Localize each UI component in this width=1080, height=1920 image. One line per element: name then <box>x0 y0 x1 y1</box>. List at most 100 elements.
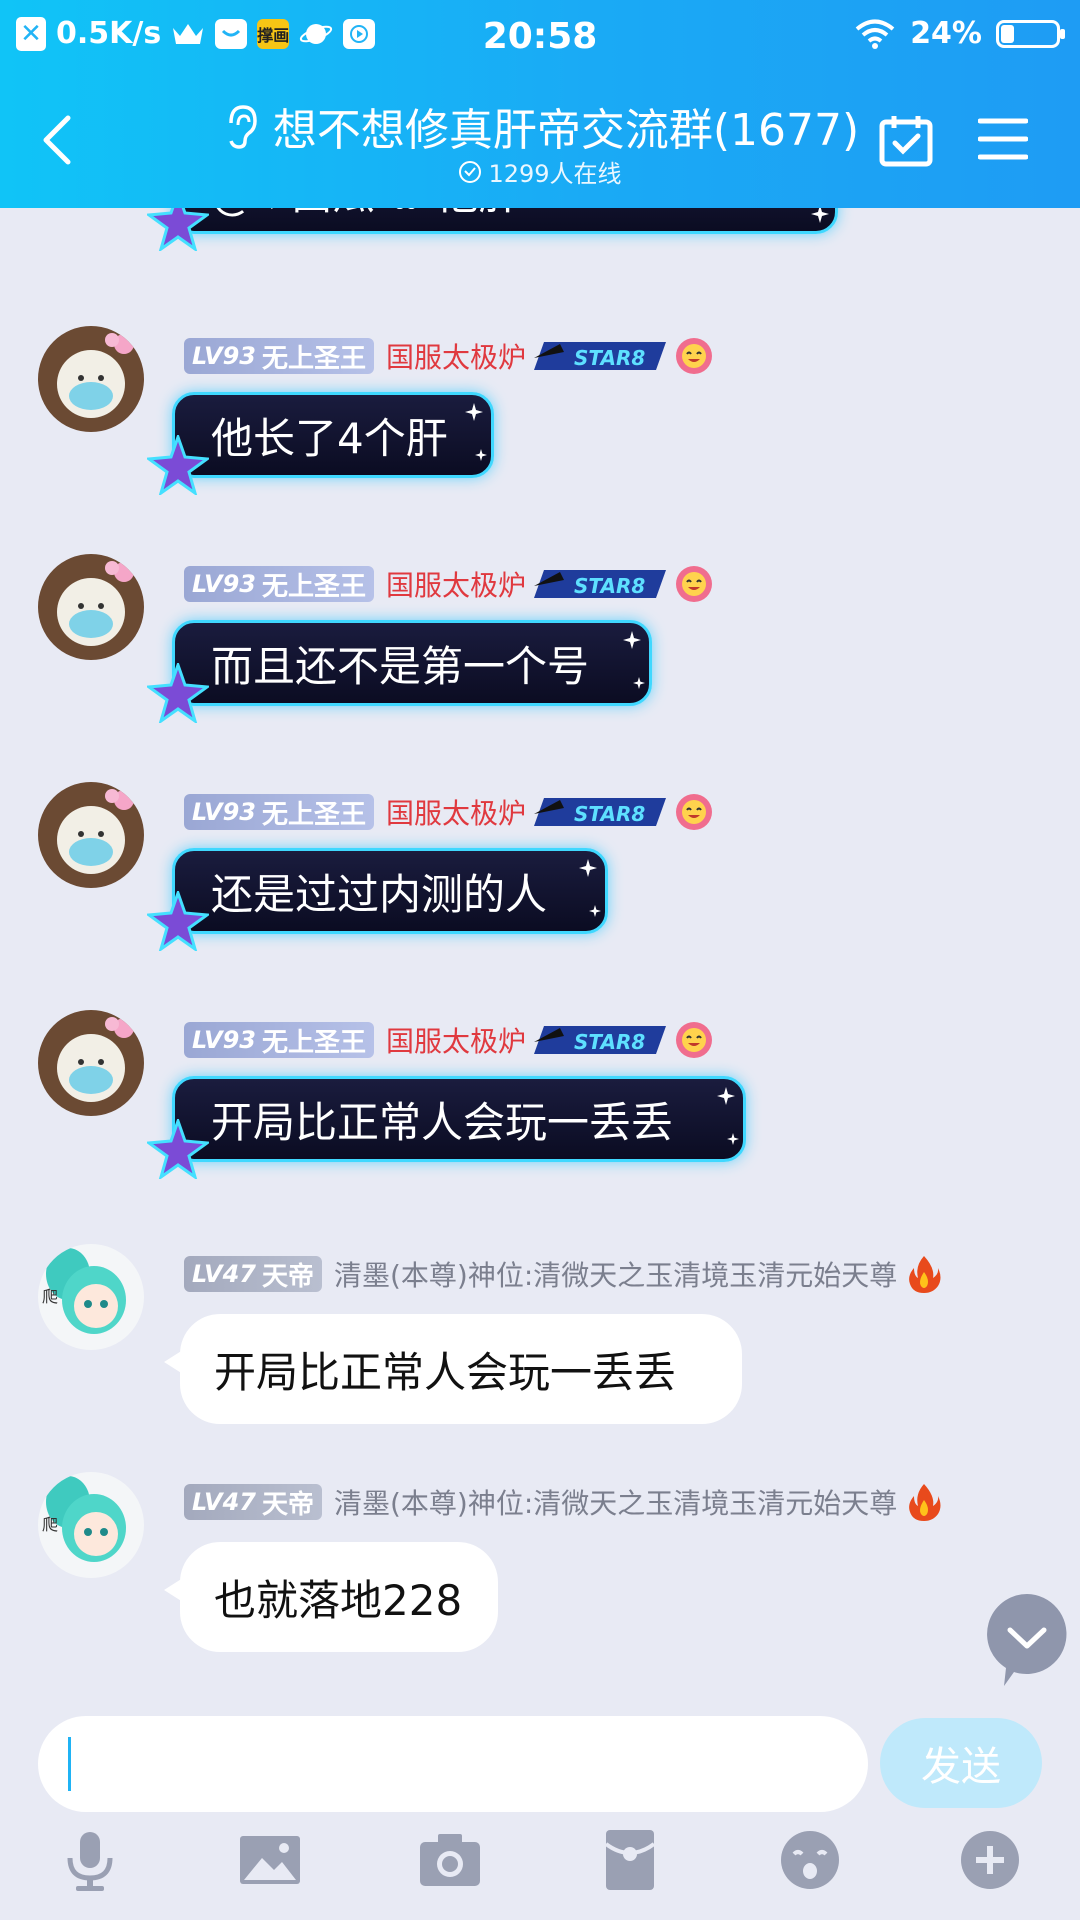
sender-name[interactable]: 国服太极炉 <box>386 564 526 604</box>
message-bubble[interactable]: 也就落地228 <box>164 1542 498 1652</box>
sender-name[interactable]: 清墨(本尊)神位:清微天之玉清境玉清元始天尊 <box>334 1482 897 1522</box>
user-avatar[interactable] <box>38 554 144 660</box>
sender-info: LV47 天帝 清墨(本尊)神位:清微天之玉清境玉清元始天尊 <box>184 1254 943 1294</box>
star-decoration-icon <box>147 663 209 723</box>
user-avatar[interactable] <box>38 1010 144 1116</box>
sparkle-icon <box>717 1087 735 1105</box>
sparkle-icon <box>475 449 487 461</box>
message-bubble[interactable]: @♡西瓜 ❀ 他肝 <box>147 208 838 251</box>
chat-message-list[interactable]: @♡西瓜 ❀ 他肝 LV93无上圣王 国服太极炉 STAR8 他长了4个肝 <box>0 208 1080 1698</box>
menu-icon[interactable] <box>978 116 1028 162</box>
sender-name[interactable]: 国服太极炉 <box>386 792 526 832</box>
message-text: 也就落地228 <box>214 1575 463 1625</box>
level-badge: LV93 无上圣王 <box>184 1022 374 1058</box>
user-avatar[interactable]: 爬 <box>38 1472 144 1578</box>
emoji-icon[interactable] <box>776 1826 844 1894</box>
flower-emoji-icon <box>676 1022 712 1058</box>
flower-emoji-icon <box>676 566 712 602</box>
camera-icon[interactable] <box>416 1826 484 1894</box>
online-count: 1299人在线 <box>488 160 622 188</box>
star8-badge-icon: STAR8 <box>534 1026 666 1054</box>
user-avatar[interactable] <box>38 782 144 888</box>
microphone-icon[interactable] <box>56 1826 124 1894</box>
star8-badge-icon: STAR8 <box>534 798 666 826</box>
sparkle-icon <box>465 403 483 421</box>
message-text: 开局比正常人会玩一丢丢 <box>211 1097 674 1147</box>
status-right: 24% <box>854 16 1065 51</box>
svg-text:STAR8: STAR8 <box>574 346 645 370</box>
fire-emoji-icon <box>909 1484 941 1521</box>
svg-text:爬: 爬 <box>42 1515 58 1534</box>
level-badge: LV93 无上圣王 <box>184 566 374 602</box>
message-bubble[interactable]: 还是过过内测的人 <box>147 848 608 951</box>
sender-info: LV93 无上圣王 国服太极炉 STAR8 <box>184 564 714 604</box>
svg-text:STAR8: STAR8 <box>574 574 645 598</box>
flower-emoji-icon <box>676 338 712 374</box>
miku-avatar-icon: 爬 <box>38 1244 144 1350</box>
message-text: 还是过过内测的人 <box>211 869 548 919</box>
sheep-mask-avatar-icon <box>38 326 144 432</box>
composer: 发送 <box>0 1698 1080 1920</box>
miku-avatar-icon: 爬 <box>38 1472 144 1578</box>
calendar-check-icon[interactable] <box>878 112 934 168</box>
star8-badge-icon: STAR8 <box>534 570 666 598</box>
bubble-tail <box>164 1576 186 1604</box>
group-title: 想不想修真肝帝交流群(1677) <box>272 105 860 156</box>
sender-info: LV93 无上圣王 国服太极炉 STAR8 <box>184 336 714 376</box>
online-check-icon <box>459 160 482 183</box>
message-text: @♡西瓜 ❀ 他肝 <box>211 208 521 222</box>
sender-info: LV93 无上圣王 国服太极炉 STAR8 <box>184 792 714 832</box>
star-decoration-icon <box>147 435 209 495</box>
image-icon[interactable] <box>236 1826 304 1894</box>
battery-percent: 24% <box>910 16 982 51</box>
plus-icon[interactable] <box>956 1826 1024 1894</box>
level-badge: LV47 天帝 <box>184 1256 322 1292</box>
sender-name[interactable]: 清墨(本尊)神位:清微天之玉清境玉清元始天尊 <box>334 1254 897 1294</box>
message-text: 他长了4个肝 <box>211 413 448 463</box>
sender-name[interactable]: 国服太极炉 <box>386 1020 526 1060</box>
message-text: 而且还不是第一个号 <box>211 641 590 691</box>
message-bubble[interactable]: 而且还不是第一个号 <box>147 620 652 723</box>
flower-emoji-icon <box>676 794 712 830</box>
app-header: ✕ 0.5K/s 撑画 20:58 24% 想不想修真肝帝交流群(1677) 1… <box>0 0 1080 208</box>
fire-emoji-icon <box>909 1256 941 1293</box>
svg-text:爬: 爬 <box>42 1287 58 1306</box>
message-bubble[interactable]: 开局比正常人会玩一丢丢 <box>147 1076 746 1179</box>
bubble-tail <box>164 1348 186 1376</box>
battery-icon <box>996 19 1065 48</box>
red-packet-icon[interactable] <box>596 1826 664 1894</box>
ear-icon <box>229 105 257 149</box>
star-decoration-icon <box>147 208 209 251</box>
sender-info: LV93 无上圣王 国服太极炉 STAR8 <box>184 1020 714 1060</box>
sender-info: LV47 天帝 清墨(本尊)神位:清微天之玉清境玉清元始天尊 <box>184 1482 943 1522</box>
wifi-icon <box>855 19 895 49</box>
message-bubble[interactable]: 开局比正常人会玩一丢丢 <box>164 1314 742 1424</box>
user-avatar[interactable] <box>38 326 144 432</box>
scroll-to-bottom-button[interactable] <box>974 1586 1080 1692</box>
star8-badge-icon: STAR8 <box>534 342 666 370</box>
level-badge: LV93 无上圣王 <box>184 794 374 830</box>
sheep-mask-avatar-icon <box>38 1010 144 1116</box>
sparkle-icon <box>579 859 597 877</box>
sheep-mask-avatar-icon <box>38 554 144 660</box>
message-text: 开局比正常人会玩一丢丢 <box>214 1347 677 1397</box>
sparkle-icon <box>633 677 645 689</box>
star-decoration-icon <box>147 1119 209 1179</box>
user-avatar[interactable]: 爬 <box>38 1244 144 1350</box>
svg-text:STAR8: STAR8 <box>574 1030 645 1054</box>
svg-text:STAR8: STAR8 <box>574 802 645 826</box>
star-decoration-icon <box>147 891 209 951</box>
sheep-mask-avatar-icon <box>38 782 144 888</box>
sparkle-icon <box>623 631 641 649</box>
level-badge: LV47 天帝 <box>184 1484 322 1520</box>
message-input[interactable] <box>38 1716 868 1812</box>
sparkle-icon <box>727 1133 739 1145</box>
text-caret <box>68 1737 71 1791</box>
sparkle-icon <box>811 208 829 223</box>
status-bar: ✕ 0.5K/s 撑画 20:58 24% <box>0 0 1080 78</box>
message-bubble[interactable]: 他长了4个肝 <box>147 392 494 495</box>
sparkle-icon <box>589 905 601 917</box>
level-badge: LV93 无上圣王 <box>184 338 374 374</box>
sender-name[interactable]: 国服太极炉 <box>386 336 526 376</box>
send-button[interactable]: 发送 <box>880 1718 1042 1808</box>
